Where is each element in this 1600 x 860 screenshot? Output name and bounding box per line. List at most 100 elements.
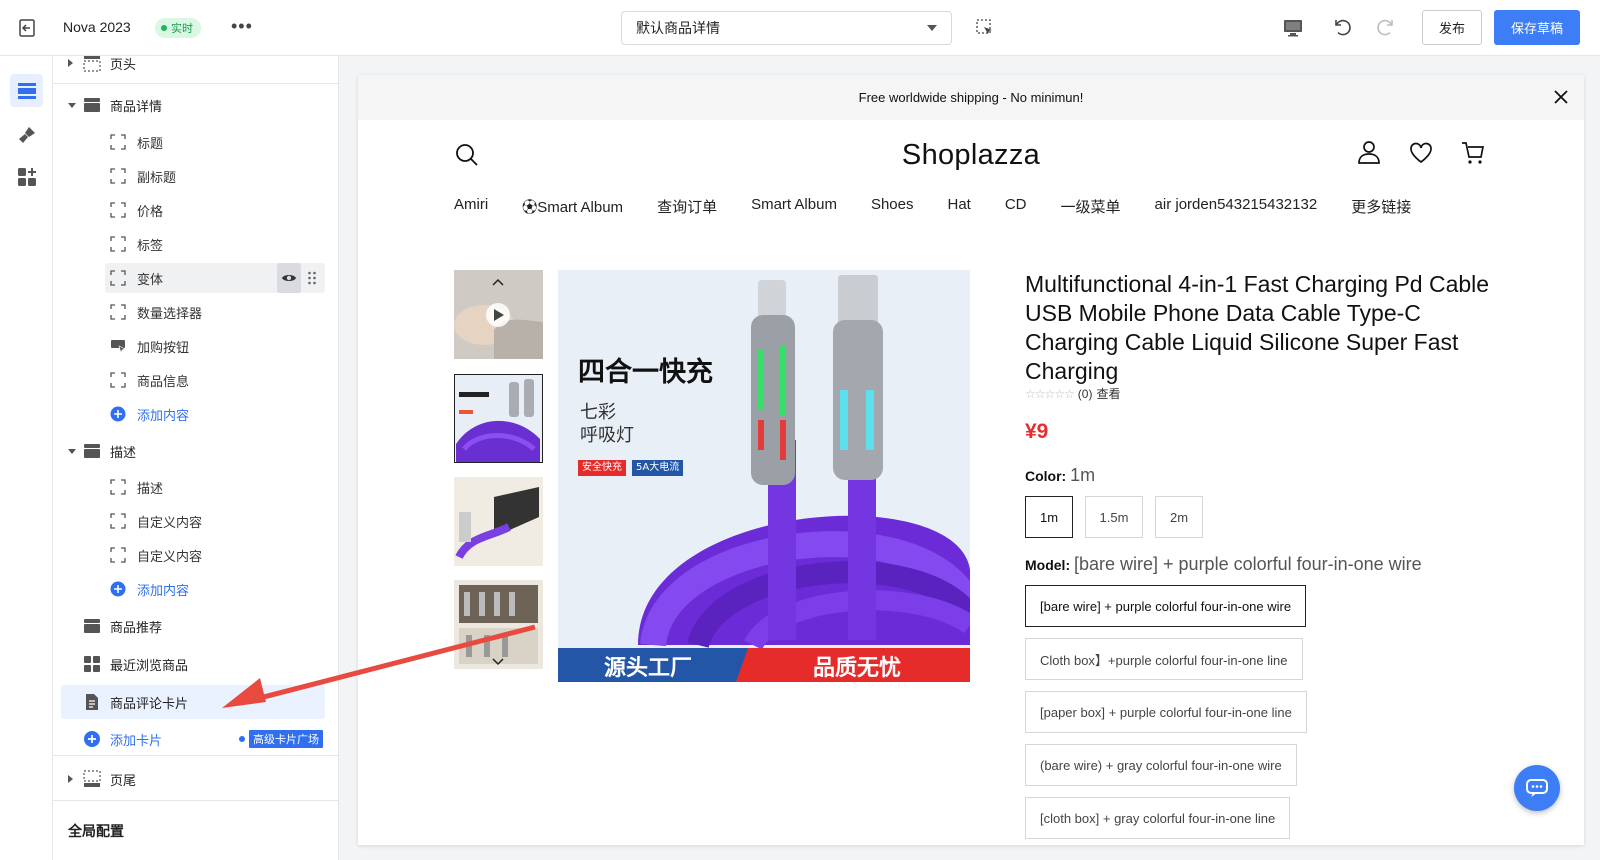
main-product-image[interactable]: 四合一快充 七彩 呼吸灯 安全快充 5A大电流 源头工厂 品质无忧 [558, 270, 970, 682]
color-option[interactable]: 1.5m [1085, 496, 1143, 538]
main-nav: Amiri ⚽︎Smart Album 查询订单 Smart Album Sho… [454, 196, 1445, 217]
model-option-label: Model: [bare wire] + purple colorful fou… [1025, 554, 1422, 575]
sidebar-child-tags[interactable]: 标签 [53, 227, 338, 261]
top-bar: Nova 2023 实时 ••• 默认商品详情 发布 保存草稿 [0, 0, 1600, 56]
nav-link[interactable]: Amiri [454, 196, 488, 217]
sidebar-child-variant[interactable]: 变体 [53, 261, 338, 295]
sidebar-item-product-detail[interactable]: 商品详情 [53, 88, 338, 122]
sidebar-child-custom-content[interactable]: 自定义内容 [53, 538, 338, 572]
nav-link[interactable]: Hat [948, 196, 971, 217]
view-reviews-link[interactable]: 查看 [1096, 385, 1120, 402]
image-tag-blue: 5A大电流 [632, 460, 684, 476]
nav-link[interactable]: 更多链接 [1351, 196, 1411, 217]
global-config-heading[interactable]: 全局配置 [68, 821, 124, 841]
account-icon[interactable] [1356, 139, 1382, 165]
paint-brush-icon [18, 126, 35, 143]
page-template-select[interactable]: 默认商品详情 [621, 11, 952, 45]
desktop-preview-icon[interactable] [1282, 17, 1304, 39]
color-option[interactable]: 2m [1155, 496, 1203, 538]
sidebar-item-recommend[interactable]: 商品推荐 [53, 609, 338, 643]
model-option[interactable]: [bare wire] + purple colorful four-in-on… [1025, 585, 1307, 627]
expand-arrow-icon[interactable] [68, 775, 73, 783]
sidebar-child-product-info[interactable]: 商品信息 [53, 363, 338, 397]
plus-circle-icon[interactable] [83, 730, 101, 748]
element-picker-icon[interactable] [976, 19, 994, 37]
close-icon[interactable] [1552, 88, 1570, 106]
sidebar-child-quantity[interactable]: 数量选择器 [53, 295, 338, 329]
sidebar-child-label: 加购按钮 [137, 339, 190, 355]
sidebar-item-recently-viewed[interactable]: 最近浏览商品 [53, 647, 338, 681]
nav-link[interactable]: Smart Album [751, 196, 837, 217]
save-draft-button[interactable]: 保存草稿 [1494, 10, 1580, 45]
chevron-up-icon[interactable] [492, 278, 504, 286]
image-footer-right: 品质无忧 [813, 656, 902, 681]
nav-link[interactable]: 一级菜单 [1061, 196, 1121, 217]
sidebar-item-header[interactable]: 页头 [53, 56, 338, 80]
image-sub2: 呼吸灯 [580, 425, 634, 446]
redo-icon[interactable] [1376, 16, 1398, 38]
sidebar-child-label: 自定义内容 [137, 514, 203, 530]
sidebar-child-title[interactable]: 标题 [53, 125, 338, 159]
rail-theme-tab[interactable] [10, 118, 43, 151]
rail-sections-tab[interactable] [10, 74, 43, 107]
more-options-button[interactable]: ••• [231, 16, 253, 37]
chat-button[interactable] [1514, 765, 1560, 811]
product-price: ¥9 [1025, 420, 1049, 443]
expand-arrow-icon[interactable] [68, 59, 73, 67]
collapse-arrow-icon[interactable] [68, 448, 76, 454]
thumbnail-video[interactable] [454, 270, 543, 359]
sidebar-child-label: 变体 [137, 271, 164, 287]
publish-button[interactable]: 发布 [1422, 10, 1482, 45]
advanced-card-plaza-badge[interactable]: 高级卡片广场 [249, 730, 323, 748]
sidebar-item-label: 商品推荐 [110, 619, 163, 635]
nav-link[interactable]: CD [1005, 196, 1027, 217]
sidebar-child-label: 商品信息 [137, 373, 190, 389]
sidebar-child-description[interactable]: 描述 [53, 470, 338, 504]
sidebar-item-label: 描述 [110, 444, 137, 460]
model-option[interactable]: [paper box] + purple colorful four-in-on… [1025, 691, 1307, 733]
thumbnail[interactable] [454, 477, 543, 566]
plus-circle-icon [110, 581, 126, 597]
chevron-down-icon[interactable] [492, 658, 504, 666]
nav-link[interactable]: 查询订单 [657, 196, 717, 217]
nav-link[interactable]: air jorden543215432132 [1155, 196, 1318, 217]
add-content-label: 添加内容 [137, 407, 190, 423]
block-frame-icon [110, 479, 126, 495]
thumbnail-selected[interactable] [454, 374, 543, 463]
live-dot-icon [161, 25, 167, 31]
sidebar-child-subtitle[interactable]: 副标题 [53, 159, 338, 193]
add-content-button[interactable]: 添加内容 [53, 397, 338, 431]
sidebar-item-review-card[interactable]: 商品评论卡片 [53, 685, 338, 719]
toggle-visibility-button[interactable] [277, 263, 301, 293]
exit-icon[interactable] [18, 18, 38, 38]
sidebar-item-label: 商品评论卡片 [110, 695, 189, 711]
sections-icon [17, 82, 36, 99]
cart-icon[interactable] [1460, 140, 1486, 166]
thumbnail[interactable] [454, 580, 543, 669]
heart-icon[interactable] [1408, 140, 1434, 166]
add-card-button[interactable]: 添加卡片 [110, 730, 162, 749]
color-option[interactable]: 1m [1025, 496, 1073, 538]
announcement-text: Free worldwide shipping - No minimun! [858, 90, 1084, 105]
sidebar-child-custom-content[interactable]: 自定义内容 [53, 504, 338, 538]
cable-illustration [558, 270, 970, 682]
rail-apps-tab[interactable] [10, 160, 43, 193]
model-option[interactable]: Cloth box】+purple colorful four-in-one l… [1025, 638, 1303, 680]
model-option[interactable]: [cloth box] + gray colorful four-in-one … [1025, 797, 1291, 839]
color-label: Color: [1025, 468, 1067, 484]
drag-handle-icon[interactable] [307, 271, 317, 285]
nav-link[interactable]: ⚽︎Smart Album [522, 196, 623, 217]
undo-icon[interactable] [1330, 16, 1352, 38]
image-footer-left: 源头工厂 [604, 656, 693, 681]
add-content-button[interactable]: 添加内容 [53, 572, 338, 606]
nav-link[interactable]: Shoes [871, 196, 914, 217]
sidebar-item-description[interactable]: 描述 [53, 434, 338, 468]
chevron-down-icon [927, 25, 937, 31]
model-option[interactable]: (bare wire) + gray colorful four-in-one … [1025, 744, 1297, 786]
store-logo[interactable]: Shoplazza [358, 139, 1584, 172]
block-frame-icon [110, 372, 126, 388]
collapse-arrow-icon[interactable] [68, 102, 76, 108]
sidebar-item-footer[interactable]: 页尾 [53, 762, 338, 796]
sidebar-child-add-to-cart[interactable]: 加购按钮 [53, 329, 338, 363]
sidebar-child-price[interactable]: 价格 [53, 193, 338, 227]
